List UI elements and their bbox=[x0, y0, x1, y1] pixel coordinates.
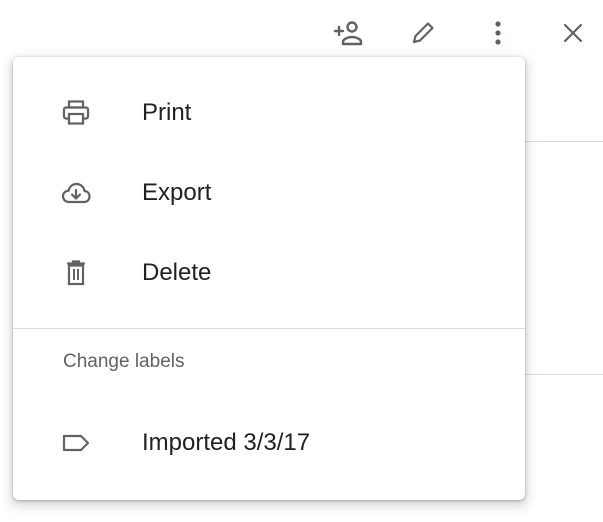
background-divider bbox=[513, 374, 603, 375]
toolbar bbox=[303, 0, 603, 62]
label-item-imported[interactable]: Imported 3/3/17 bbox=[13, 403, 525, 483]
close-button[interactable] bbox=[553, 13, 593, 53]
printer-icon bbox=[61, 98, 91, 128]
menu-divider bbox=[13, 328, 525, 329]
change-labels-heading: Change labels bbox=[63, 351, 185, 372]
more-options-button[interactable] bbox=[478, 13, 518, 53]
menu-item-export[interactable]: Export bbox=[13, 153, 525, 233]
trash-icon bbox=[61, 258, 91, 288]
pencil-icon bbox=[412, 22, 434, 44]
label-tag-icon bbox=[61, 428, 91, 458]
menu-item-delete[interactable]: Delete bbox=[13, 233, 525, 313]
overflow-menu: Print Export Delete Change labels Import… bbox=[13, 57, 525, 500]
menu-item-label: Delete bbox=[142, 259, 212, 286]
add-person-button[interactable] bbox=[328, 13, 368, 53]
menu-item-print[interactable]: Print bbox=[13, 73, 525, 153]
cloud-download-icon bbox=[61, 178, 91, 208]
close-icon bbox=[563, 23, 583, 43]
more-vert-icon bbox=[495, 21, 501, 45]
edit-button[interactable] bbox=[403, 13, 443, 53]
menu-item-label: Export bbox=[142, 179, 212, 206]
background-divider bbox=[513, 141, 603, 142]
menu-item-label: Print bbox=[142, 99, 192, 126]
label-item-text: Imported 3/3/17 bbox=[142, 429, 311, 456]
person-add-icon bbox=[333, 21, 363, 46]
